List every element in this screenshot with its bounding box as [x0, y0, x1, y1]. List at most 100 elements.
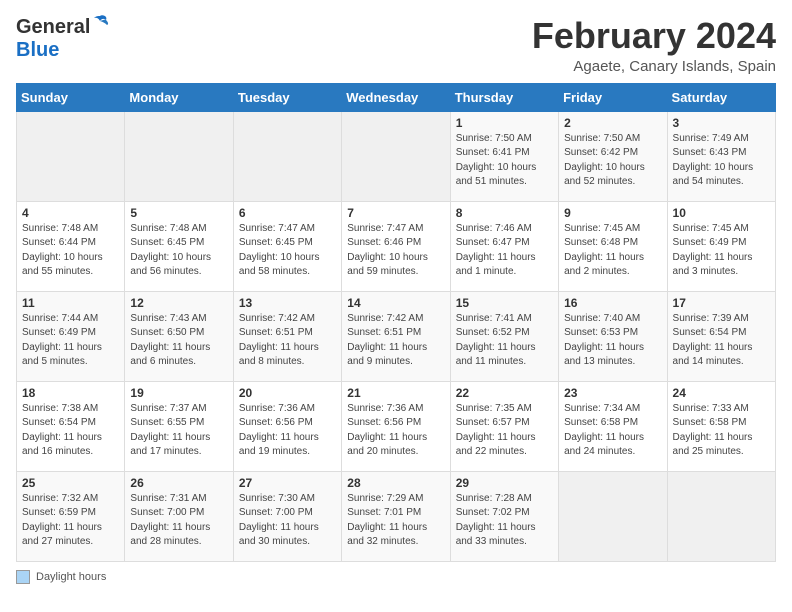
day-info: Sunrise: 7:31 AMSunset: 7:00 PMDaylight:…	[130, 492, 227, 550]
day-number: 20	[239, 386, 336, 400]
calendar-cell	[342, 111, 450, 201]
day-header-saturday: Saturday	[667, 83, 775, 111]
calendar-cell: 14 Sunrise: 7:42 AMSunset: 6:51 PMDayligh…	[342, 291, 450, 381]
day-number: 25	[22, 476, 119, 490]
day-info: Sunrise: 7:42 AMSunset: 6:51 PMDaylight:…	[239, 312, 336, 370]
day-info: Sunrise: 7:32 AMSunset: 6:59 PMDaylight:…	[22, 492, 119, 550]
day-number: 24	[673, 386, 770, 400]
day-info: Sunrise: 7:33 AMSunset: 6:58 PMDaylight:…	[673, 402, 770, 460]
footer: Daylight hours	[16, 570, 776, 584]
calendar-cell: 3 Sunrise: 7:49 AMSunset: 6:43 PMDaylight…	[667, 111, 775, 201]
calendar-cell: 2 Sunrise: 7:50 AMSunset: 6:42 PMDaylight…	[559, 111, 667, 201]
day-info: Sunrise: 7:41 AMSunset: 6:52 PMDaylight:…	[456, 312, 553, 370]
day-number: 23	[564, 386, 661, 400]
calendar-cell: 28Sunrise: 7:29 AMSunset: 7:01 PMDayligh…	[342, 471, 450, 561]
day-number: 21	[347, 386, 444, 400]
calendar-cell: 29Sunrise: 7:28 AMSunset: 7:02 PMDayligh…	[450, 471, 558, 561]
day-info: Sunrise: 7:38 AMSunset: 6:54 PMDaylight:…	[22, 402, 119, 460]
day-number: 19	[130, 386, 227, 400]
calendar-cell: 26 Sunrise: 7:31 AMSunset: 7:00 PMDayligh…	[125, 471, 233, 561]
day-header-monday: Monday	[125, 83, 233, 111]
title-area: February 2024 Agaete, Canary Islands, Sp…	[532, 16, 776, 75]
day-info: Sunrise: 7:40 AMSunset: 6:53 PMDaylight:…	[564, 312, 661, 370]
day-info: Sunrise: 7:46 AMSunset: 6:47 PMDaylight:…	[456, 222, 553, 280]
logo: General Blue	[16, 16, 110, 62]
logo-bird-icon	[90, 14, 110, 34]
day-info: Sunrise: 7:43 AMSunset: 6:50 PMDaylight:…	[130, 312, 227, 370]
day-number: 2	[564, 116, 661, 130]
day-number: 27	[239, 476, 336, 490]
calendar-cell	[125, 111, 233, 201]
day-number: 12	[130, 296, 227, 310]
day-number: 3	[673, 116, 770, 130]
calendar-cell: 16 Sunrise: 7:40 AMSunset: 6:53 PMDayligh…	[559, 291, 667, 381]
calendar-table: SundayMondayTuesdayWednesdayThursdayFrid…	[16, 83, 776, 562]
day-number: 10	[673, 206, 770, 220]
calendar-week-row: 11 Sunrise: 7:44 AMSunset: 6:49 PMDayligh…	[17, 291, 776, 381]
day-info: Sunrise: 7:37 AMSunset: 6:55 PMDaylight:…	[130, 402, 227, 460]
day-number: 6	[239, 206, 336, 220]
day-info: Sunrise: 7:48 AMSunset: 6:45 PMDaylight:…	[130, 222, 227, 280]
day-info: Sunrise: 7:34 AMSunset: 6:58 PMDaylight:…	[564, 402, 661, 460]
calendar-cell	[233, 111, 341, 201]
day-number: 13	[239, 296, 336, 310]
day-number: 11	[22, 296, 119, 310]
calendar-cell: 20Sunrise: 7:36 AMSunset: 6:56 PMDayligh…	[233, 381, 341, 471]
day-info: Sunrise: 7:45 AMSunset: 6:48 PMDaylight:…	[564, 222, 661, 280]
calendar-cell	[667, 471, 775, 561]
calendar-header-row: SundayMondayTuesdayWednesdayThursdayFrid…	[17, 83, 776, 111]
day-info: Sunrise: 7:44 AMSunset: 6:49 PMDaylight:…	[22, 312, 119, 370]
day-number: 7	[347, 206, 444, 220]
calendar-cell: 27 Sunrise: 7:30 AMSunset: 7:00 PMDayligh…	[233, 471, 341, 561]
calendar-cell: 19 Sunrise: 7:37 AMSunset: 6:55 PMDayligh…	[125, 381, 233, 471]
calendar-cell: 1 Sunrise: 7:50 AMSunset: 6:41 PMDaylight…	[450, 111, 558, 201]
calendar-cell: 11 Sunrise: 7:44 AMSunset: 6:49 PMDayligh…	[17, 291, 125, 381]
day-info: Sunrise: 7:47 AMSunset: 6:46 PMDaylight:…	[347, 222, 444, 280]
calendar-cell: 10Sunrise: 7:45 AMSunset: 6:49 PMDayligh…	[667, 201, 775, 291]
logo-blue: Blue	[16, 39, 59, 62]
calendar-cell: 21 Sunrise: 7:36 AMSunset: 6:56 PMDayligh…	[342, 381, 450, 471]
day-number: 9	[564, 206, 661, 220]
daylight-label: Daylight hours	[36, 571, 106, 583]
day-info: Sunrise: 7:29 AMSunset: 7:01 PMDaylight:…	[347, 492, 444, 550]
day-info: Sunrise: 7:48 AMSunset: 6:44 PMDaylight:…	[22, 222, 119, 280]
day-number: 17	[673, 296, 770, 310]
day-info: Sunrise: 7:30 AMSunset: 7:00 PMDaylight:…	[239, 492, 336, 550]
calendar-cell: 5Sunrise: 7:48 AMSunset: 6:45 PMDaylight…	[125, 201, 233, 291]
calendar-cell: 23 Sunrise: 7:34 AMSunset: 6:58 PMDayligh…	[559, 381, 667, 471]
page-header: General Blue February 2024 Agaete, Canar…	[16, 16, 776, 75]
day-info: Sunrise: 7:50 AMSunset: 6:41 PMDaylight:…	[456, 132, 553, 190]
day-info: Sunrise: 7:47 AMSunset: 6:45 PMDaylight:…	[239, 222, 336, 280]
location: Agaete, Canary Islands, Spain	[532, 58, 776, 75]
calendar-cell: 6 Sunrise: 7:47 AMSunset: 6:45 PMDaylight…	[233, 201, 341, 291]
calendar-cell: 13 Sunrise: 7:42 AMSunset: 6:51 PMDayligh…	[233, 291, 341, 381]
calendar-cell: 12 Sunrise: 7:43 AMSunset: 6:50 PMDayligh…	[125, 291, 233, 381]
day-number: 22	[456, 386, 553, 400]
day-header-thursday: Thursday	[450, 83, 558, 111]
calendar-week-row: 25 Sunrise: 7:32 AMSunset: 6:59 PMDayligh…	[17, 471, 776, 561]
calendar-cell: 8 Sunrise: 7:46 AMSunset: 6:47 PMDaylight…	[450, 201, 558, 291]
calendar-week-row: 18Sunrise: 7:38 AMSunset: 6:54 PMDayligh…	[17, 381, 776, 471]
month-title: February 2024	[532, 16, 776, 56]
day-number: 8	[456, 206, 553, 220]
day-number: 16	[564, 296, 661, 310]
day-number: 1	[456, 116, 553, 130]
day-number: 29	[456, 476, 553, 490]
calendar-cell: 4Sunrise: 7:48 AMSunset: 6:44 PMDaylight…	[17, 201, 125, 291]
logo-general: General	[16, 16, 90, 39]
day-header-wednesday: Wednesday	[342, 83, 450, 111]
day-info: Sunrise: 7:42 AMSunset: 6:51 PMDaylight:…	[347, 312, 444, 370]
day-number: 15	[456, 296, 553, 310]
day-number: 14	[347, 296, 444, 310]
day-number: 26	[130, 476, 227, 490]
day-header-tuesday: Tuesday	[233, 83, 341, 111]
calendar-cell: 18Sunrise: 7:38 AMSunset: 6:54 PMDayligh…	[17, 381, 125, 471]
calendar-cell: 25 Sunrise: 7:32 AMSunset: 6:59 PMDayligh…	[17, 471, 125, 561]
calendar-cell	[17, 111, 125, 201]
day-info: Sunrise: 7:49 AMSunset: 6:43 PMDaylight:…	[673, 132, 770, 190]
day-info: Sunrise: 7:36 AMSunset: 6:56 PMDaylight:…	[347, 402, 444, 460]
day-info: Sunrise: 7:39 AMSunset: 6:54 PMDaylight:…	[673, 312, 770, 370]
day-header-sunday: Sunday	[17, 83, 125, 111]
day-info: Sunrise: 7:50 AMSunset: 6:42 PMDaylight:…	[564, 132, 661, 190]
calendar-cell	[559, 471, 667, 561]
